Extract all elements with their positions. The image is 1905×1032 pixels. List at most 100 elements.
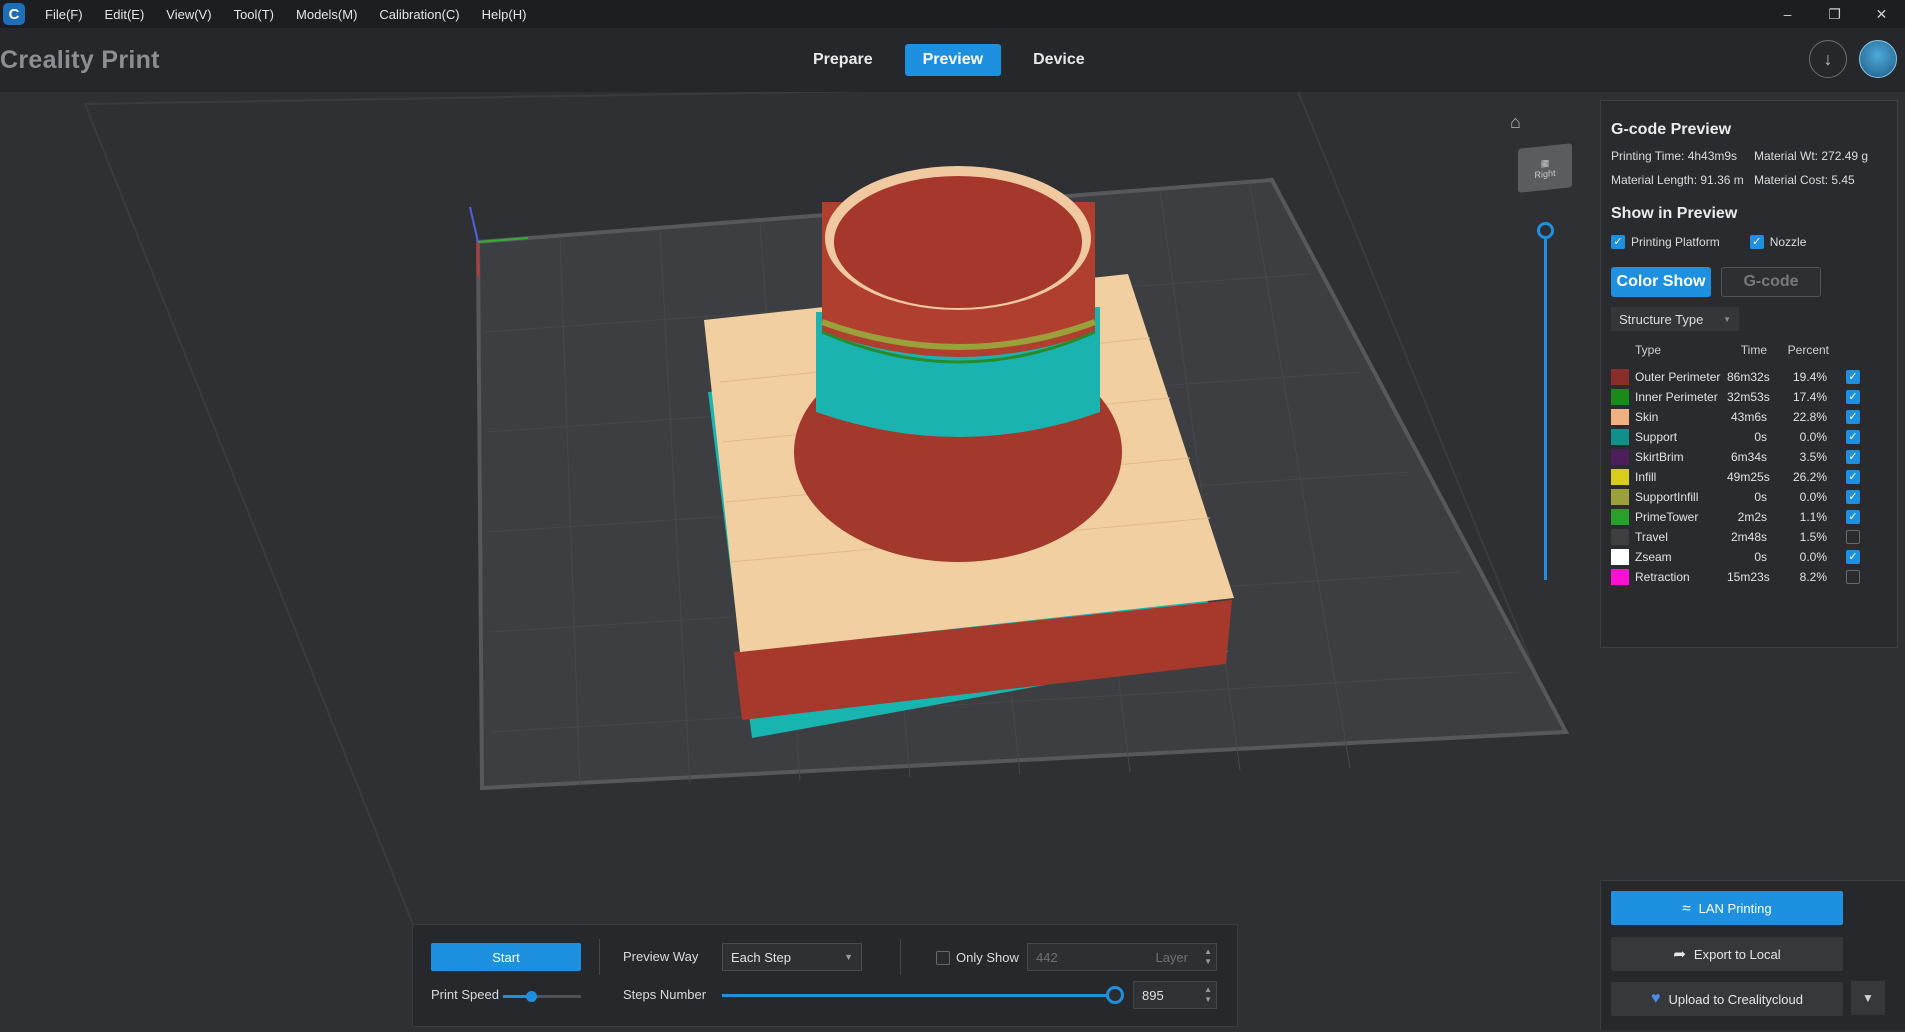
only-show-checkbox[interactable]: Only Show xyxy=(936,950,1019,965)
menu-edit[interactable]: Edit(E) xyxy=(105,7,145,22)
material-weight: Material Wt: 272.49 g xyxy=(1754,149,1869,163)
app-logo-icon[interactable]: C xyxy=(3,3,25,25)
legend-row: Zseam 0s 0.0% ✓ xyxy=(1611,547,1897,567)
export-local-button[interactable]: ➦ Export to Local xyxy=(1611,937,1843,971)
export-local-label: Export to Local xyxy=(1693,946,1781,962)
legend-type: Skin xyxy=(1635,410,1659,424)
legend-time: 0s xyxy=(1754,430,1767,444)
tab-preview[interactable]: Preview xyxy=(904,44,1002,76)
legend-checkbox[interactable]: ✓ xyxy=(1846,470,1860,484)
legend-percent: 1.1% xyxy=(1799,510,1827,524)
show-options: ✓ Printing Platform ✓ Nozzle xyxy=(1611,235,1897,249)
printing-platform-label: Printing Platform xyxy=(1631,235,1720,249)
legend-checkbox[interactable]: ✓ xyxy=(1846,490,1860,504)
legend-header: Type Time Percent xyxy=(1611,343,1897,357)
layer-value: 442 xyxy=(1036,949,1058,965)
legend-type: SkirtBrim xyxy=(1635,450,1684,464)
start-button[interactable]: Start xyxy=(431,943,581,971)
layer-input[interactable]: 442 Layer ▲ ▼ xyxy=(1027,943,1217,971)
display-mode-buttons: Color Show G-code xyxy=(1611,267,1897,297)
view-cube[interactable]: ▦ Right xyxy=(1518,143,1572,193)
menu-tool[interactable]: Tool(T) xyxy=(234,7,274,22)
divider xyxy=(599,939,600,975)
legend-percent: 0.0% xyxy=(1799,490,1827,504)
steps-slider-handle[interactable] xyxy=(1106,986,1124,1004)
lan-printing-button[interactable]: ≈ LAN Printing xyxy=(1611,891,1843,925)
legend-row: PrimeTower 2m2s 1.1% ✓ xyxy=(1611,507,1897,527)
menu-view[interactable]: View(V) xyxy=(166,7,211,22)
close-icon[interactable]: ✕ xyxy=(1858,0,1905,28)
stats-row-2: Material Length: 91.36 m Material Cost: … xyxy=(1611,173,1897,187)
legend-checkbox[interactable]: ✓ xyxy=(1846,510,1860,524)
color-show-button[interactable]: Color Show xyxy=(1611,267,1711,297)
legend-time: 0s xyxy=(1754,550,1767,564)
color-swatch xyxy=(1611,489,1629,505)
col-time: Time xyxy=(1740,343,1767,357)
legend-type: Inner Perimeter xyxy=(1635,390,1718,404)
color-swatch xyxy=(1611,469,1629,485)
preview-way-select[interactable]: Each Step ▼ xyxy=(722,943,862,971)
print-speed-label: Print Speed xyxy=(431,987,499,1002)
layer-slider-handle[interactable] xyxy=(1537,222,1554,239)
color-swatch xyxy=(1611,369,1629,385)
lan-printing-label: LAN Printing xyxy=(1698,900,1772,916)
checkbox-box xyxy=(936,950,950,965)
legend-row: Outer Perimeter 86m32s 19.4% ✓ xyxy=(1611,367,1897,387)
legend-percent: 3.5% xyxy=(1799,450,1827,464)
legend-row: Support 0s 0.0% ✓ xyxy=(1611,427,1897,447)
color-swatch xyxy=(1611,529,1629,545)
legend-checkbox[interactable]: ✓ xyxy=(1846,370,1860,384)
legend-checkbox[interactable]: ✓ xyxy=(1846,390,1860,404)
legend-row: Travel 2m48s 1.5% xyxy=(1611,527,1897,547)
tab-prepare[interactable]: Prepare xyxy=(795,44,891,76)
view-cube-label: Right xyxy=(1534,167,1556,180)
legend-time: 0s xyxy=(1754,490,1767,504)
legend-checkbox[interactable]: ✓ xyxy=(1846,410,1860,424)
legend-percent: 0.0% xyxy=(1799,550,1827,564)
spinner-icon[interactable]: ▲ ▼ xyxy=(1204,985,1212,1005)
minimize-icon[interactable]: – xyxy=(1764,0,1811,28)
legend-type: Infill xyxy=(1635,470,1657,484)
legend-checkbox[interactable]: ✓ xyxy=(1846,550,1860,564)
menu-calibration[interactable]: Calibration(C) xyxy=(379,7,459,22)
legend-time: 49m25s xyxy=(1727,470,1770,484)
steps-input[interactable]: 895 ▲ ▼ xyxy=(1133,981,1217,1009)
legend-row: Retraction 15m23s 8.2% xyxy=(1611,567,1897,587)
gcode-button[interactable]: G-code xyxy=(1721,267,1821,297)
legend-checkbox[interactable] xyxy=(1846,570,1860,584)
gcode-preview-panel: G-code Preview Printing Time: 4h43m9s Ma… xyxy=(1600,100,1898,648)
home-view-icon[interactable]: ⌂ xyxy=(1510,112,1521,133)
color-swatch xyxy=(1611,409,1629,425)
legend-checkbox[interactable]: ✓ xyxy=(1846,450,1860,464)
nozzle-checkbox[interactable]: ✓ Nozzle xyxy=(1749,235,1806,249)
legend-checkbox[interactable]: ✓ xyxy=(1846,430,1860,444)
structure-type-select[interactable]: Structure Type ▼ xyxy=(1611,307,1739,331)
chevron-down-icon[interactable]: ▼ xyxy=(1851,981,1885,1015)
printing-platform-checkbox[interactable]: ✓ Printing Platform xyxy=(1611,235,1720,249)
material-cost: Material Cost: 5.45 xyxy=(1754,173,1855,187)
legend-time: 32m53s xyxy=(1727,390,1770,404)
avatar[interactable] xyxy=(1859,40,1897,78)
legend-type: PrimeTower xyxy=(1635,510,1699,524)
structure-type-value: Structure Type xyxy=(1619,311,1704,327)
panel-title: G-code Preview xyxy=(1611,121,1732,138)
layer-slider-track[interactable] xyxy=(1544,230,1547,580)
menu-file[interactable]: File(F) xyxy=(45,7,83,22)
preview-way-value: Each Step xyxy=(731,949,791,965)
restore-icon[interactable]: ❐ xyxy=(1811,0,1858,28)
tab-device[interactable]: Device xyxy=(1015,44,1103,76)
legend-percent: 17.4% xyxy=(1792,390,1827,404)
top-right-icons: ↓ xyxy=(1809,40,1897,78)
legend-time: 15m23s xyxy=(1727,570,1770,584)
menu-help[interactable]: Help(H) xyxy=(482,7,527,22)
menu-models[interactable]: Models(M) xyxy=(296,7,357,22)
print-speed-handle[interactable] xyxy=(526,991,538,1002)
check-icon: ✓ xyxy=(1611,235,1625,249)
legend-checkbox[interactable] xyxy=(1846,530,1860,544)
download-icon[interactable]: ↓ xyxy=(1809,40,1847,78)
legend-percent: 8.2% xyxy=(1799,570,1827,584)
spinner-icon[interactable]: ▲ ▼ xyxy=(1204,947,1212,967)
steps-slider[interactable] xyxy=(722,994,1115,997)
legend-type: Outer Perimeter xyxy=(1635,370,1721,384)
upload-cloud-button[interactable]: ♥ Upload to Crealitycloud xyxy=(1611,982,1843,1016)
